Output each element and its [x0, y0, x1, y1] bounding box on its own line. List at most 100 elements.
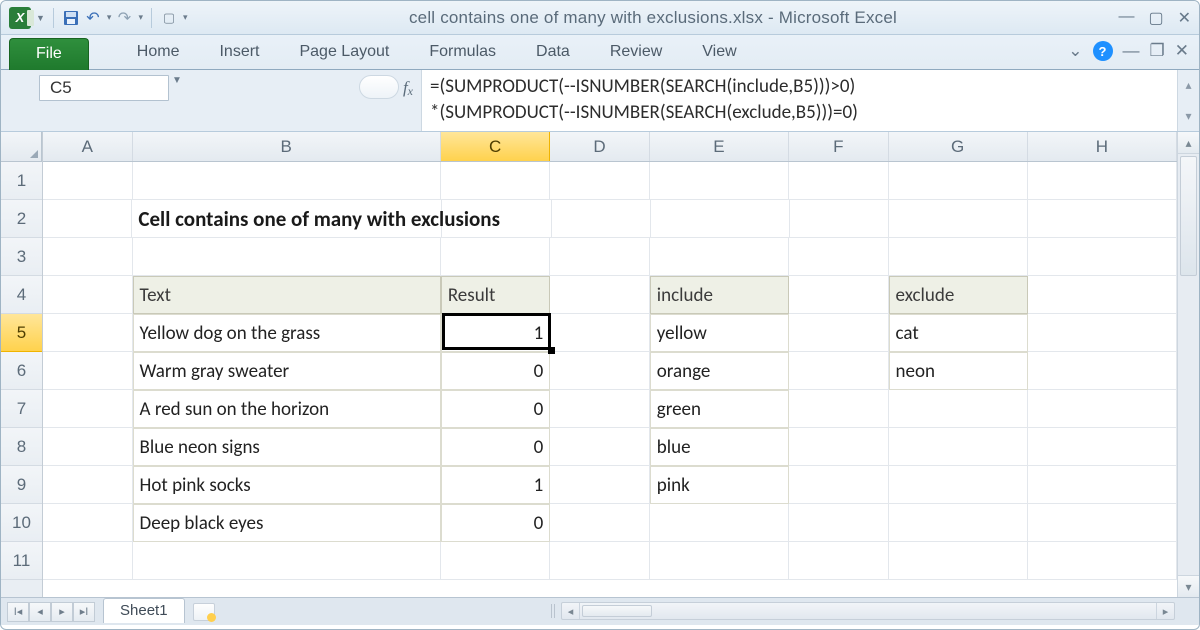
cell-C11[interactable] [441, 542, 550, 580]
cell-H10[interactable] [1028, 504, 1177, 542]
row-header-9[interactable]: 9 [1, 466, 42, 504]
cell-A5[interactable] [43, 314, 133, 352]
include-item[interactable]: yellow [650, 314, 789, 352]
cell-F4[interactable] [789, 276, 889, 314]
table-cell-result[interactable]: 0 [441, 390, 550, 428]
cell-G10[interactable] [889, 504, 1028, 542]
sheet-nav-prev-icon[interactable]: ◂ [29, 602, 51, 622]
qat-customize-icon[interactable]: ▢ [160, 9, 178, 27]
chevron-up-icon[interactable]: ▴ [1178, 70, 1199, 101]
table-cell-result[interactable]: 1 [441, 314, 550, 352]
scroll-up-icon[interactable]: ▴ [1178, 132, 1199, 154]
table-cell-text[interactable]: Yellow dog on the grass [133, 314, 441, 352]
cell-H7[interactable] [1028, 390, 1177, 428]
cell-G2[interactable] [889, 200, 1028, 238]
table-cell-result[interactable]: 0 [441, 504, 550, 542]
include-item[interactable]: pink [650, 466, 789, 504]
maximize-icon[interactable]: ▢ [1148, 8, 1163, 28]
cell-H5[interactable] [1028, 314, 1177, 352]
cell-H1[interactable] [1028, 162, 1177, 200]
column-header-B[interactable]: B [133, 132, 441, 161]
cell-F11[interactable] [789, 542, 889, 580]
column-header-F[interactable]: F [789, 132, 888, 161]
cell-A10[interactable] [43, 504, 133, 542]
row-header-4[interactable]: 4 [1, 276, 42, 314]
cell-D11[interactable] [550, 542, 650, 580]
scroll-down-icon[interactable]: ▾ [1178, 575, 1199, 597]
new-sheet-icon[interactable] [193, 603, 215, 621]
column-header-A[interactable]: A [43, 132, 133, 161]
cell-D1[interactable] [550, 162, 650, 200]
cell-D3[interactable] [550, 238, 650, 276]
cell-H8[interactable] [1028, 428, 1177, 466]
cell-F1[interactable] [789, 162, 889, 200]
ribbon-tab-view[interactable]: View [682, 37, 756, 69]
ribbon-tab-review[interactable]: Review [590, 37, 682, 69]
cell-F9[interactable] [789, 466, 889, 504]
row-header-5[interactable]: 5 [1, 314, 42, 352]
include-header[interactable]: include [650, 276, 789, 314]
exclude-header[interactable]: exclude [889, 276, 1028, 314]
ribbon-tab-home[interactable]: Home [117, 37, 200, 69]
cell-C3[interactable] [441, 238, 550, 276]
section-title[interactable]: Cell contains one of many with exclusion… [132, 200, 442, 238]
table-header-text[interactable]: Text [133, 276, 441, 314]
cell-F6[interactable] [789, 352, 889, 390]
cell-A11[interactable] [43, 542, 133, 580]
cell-E2[interactable] [651, 200, 790, 238]
row-header-6[interactable]: 6 [1, 352, 42, 390]
include-item[interactable]: blue [650, 428, 789, 466]
cell-H2[interactable] [1028, 200, 1177, 238]
cell-G11[interactable] [889, 542, 1028, 580]
select-all-corner[interactable] [1, 132, 42, 162]
row-header-1[interactable]: 1 [1, 162, 42, 200]
table-cell-result[interactable]: 1 [441, 466, 550, 504]
ribbon-tab-formulas[interactable]: Formulas [409, 37, 516, 69]
scroll-right-icon[interactable]: ▸ [1156, 603, 1174, 619]
cell-A3[interactable] [43, 238, 133, 276]
column-header-C[interactable]: C [441, 132, 550, 161]
exclude-item[interactable]: neon [889, 352, 1028, 390]
cell-B1[interactable] [133, 162, 441, 200]
cell-F2[interactable] [790, 200, 889, 238]
redo-dropdown-icon[interactable]: ▾ [138, 12, 143, 23]
horizontal-scrollbar[interactable]: ◂ ▸ [561, 602, 1175, 620]
row-header-8[interactable]: 8 [1, 428, 42, 466]
ribbon-tab-page-layout[interactable]: Page Layout [279, 37, 409, 69]
cell-G8[interactable] [889, 428, 1028, 466]
mdi-minimize-icon[interactable]: — [1123, 41, 1140, 61]
sheet-nav-last-icon[interactable]: ▸I [73, 602, 95, 622]
undo-dropdown-icon[interactable]: ▾ [107, 12, 112, 23]
cell-A6[interactable] [43, 352, 133, 390]
cell-E11[interactable] [650, 542, 789, 580]
vertical-scrollbar[interactable]: ▴ ▾ [1177, 132, 1199, 597]
table-cell-text[interactable]: Warm gray sweater [133, 352, 441, 390]
cell-C1[interactable] [441, 162, 550, 200]
cell-G7[interactable] [889, 390, 1028, 428]
cell-F7[interactable] [789, 390, 889, 428]
row-header-2[interactable]: 2 [1, 200, 42, 238]
exclude-item[interactable]: cat [889, 314, 1028, 352]
cell-G1[interactable] [889, 162, 1028, 200]
name-box-dropdown-icon[interactable]: ▼ [169, 75, 185, 86]
cell-D7[interactable] [550, 390, 650, 428]
cell-A8[interactable] [43, 428, 133, 466]
row-header-3[interactable]: 3 [1, 238, 42, 276]
cell-D8[interactable] [550, 428, 650, 466]
name-box[interactable]: C5 [39, 75, 169, 101]
cell-H6[interactable] [1028, 352, 1177, 390]
save-icon[interactable] [62, 9, 80, 27]
chevron-down-icon[interactable]: ▾ [1178, 101, 1199, 132]
cell-A1[interactable] [43, 162, 133, 200]
row-header-11[interactable]: 11 [1, 542, 42, 580]
table-cell-result[interactable]: 0 [441, 352, 550, 390]
column-header-H[interactable]: H [1028, 132, 1177, 161]
table-cell-text[interactable]: Deep black eyes [133, 504, 441, 542]
column-header-E[interactable]: E [650, 132, 789, 161]
vertical-scroll-thumb[interactable] [1180, 156, 1197, 276]
cell-D6[interactable] [550, 352, 650, 390]
table-cell-text[interactable]: Blue neon signs [133, 428, 441, 466]
scroll-left-icon[interactable]: ◂ [562, 603, 580, 619]
tab-splitter-handle[interactable] [551, 604, 557, 618]
cell-H4[interactable] [1028, 276, 1177, 314]
